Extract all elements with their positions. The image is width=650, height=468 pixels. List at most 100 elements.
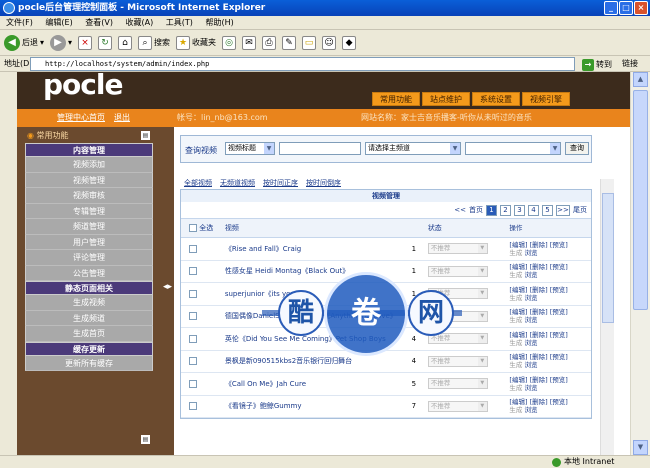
row-generate-link[interactable]: 生成 [509, 249, 522, 257]
sidebar-item-users[interactable]: 用户管理 [25, 234, 153, 250]
sidebar-section-cache[interactable]: 缓存更新 [25, 341, 153, 356]
row-preview-link[interactable]: [预览] [550, 241, 568, 249]
row-delete-link[interactable]: [删除] [530, 286, 548, 294]
row-edit-link[interactable]: [编辑] [509, 331, 527, 339]
sidebar-item-gen-channel[interactable]: 生成频道 [25, 310, 153, 326]
query-button[interactable]: 查询 [565, 142, 589, 155]
minimize-button[interactable]: _ [604, 1, 618, 15]
folder-icon[interactable]: ▭ [302, 35, 317, 50]
row-title[interactable]: 《看镜子》鲍鲸Gummy [225, 401, 400, 411]
sidebar-toggle-icon[interactable]: ◂▸ [163, 282, 172, 292]
edit-icon[interactable]: ✎ [282, 35, 297, 50]
row-title[interactable]: 《Call On Me》Jah Cure [225, 379, 400, 389]
back-button[interactable]: ◀ 后退 ▾ [4, 34, 44, 51]
row-status-select[interactable]: 不推荐▼ [427, 400, 488, 412]
channel-select[interactable]: 请选择主频道 ▼ [365, 142, 461, 155]
pager-next[interactable]: >> [556, 204, 570, 216]
row-browse-link[interactable]: 浏览 [524, 316, 537, 324]
row-browse-link[interactable]: 浏览 [524, 361, 537, 369]
menu-tools[interactable]: 工具(T) [166, 18, 193, 27]
close-button[interactable]: × [634, 1, 648, 15]
research-icon[interactable]: ◆ [342, 35, 357, 50]
row-status-select[interactable]: 不推荐▼ [427, 243, 488, 255]
pager-page-3[interactable]: 3 [514, 204, 525, 216]
search-button[interactable]: ⌕ 搜索 [138, 35, 170, 50]
row-generate-link[interactable]: 生成 [509, 294, 522, 302]
row-delete-link[interactable]: [删除] [530, 331, 548, 339]
print-icon[interactable]: ⎙ [262, 35, 277, 50]
row-checkbox[interactable] [189, 334, 197, 343]
subchannel-select[interactable]: ▼ [465, 142, 561, 155]
sidebar-item-review-video[interactable]: 视频审核 [25, 188, 153, 204]
row-generate-link[interactable]: 生成 [509, 406, 522, 414]
row-delete-link[interactable]: [删除] [530, 241, 548, 249]
row-browse-link[interactable]: 浏览 [524, 271, 537, 279]
row-edit-link[interactable]: [编辑] [509, 286, 527, 294]
menu-favorites[interactable]: 收藏(A) [126, 18, 154, 27]
row-checkbox[interactable] [189, 289, 197, 298]
media-icon[interactable]: ◎ [222, 35, 237, 50]
menu-edit[interactable]: 编辑(E) [45, 18, 72, 27]
row-preview-link[interactable]: [预览] [550, 308, 568, 316]
sidebar-item-announcements[interactable]: 公告管理 [25, 265, 153, 281]
row-preview-link[interactable]: [预览] [550, 286, 568, 294]
go-button[interactable]: → 转到 [582, 57, 612, 73]
pager-first[interactable]: 首页 [469, 205, 483, 215]
scroll-down-icon[interactable]: ▼ [633, 440, 648, 455]
mail-icon[interactable]: ✉ [242, 35, 257, 50]
sidebar-section-content[interactable]: 内容管理 [25, 143, 153, 157]
row-checkbox[interactable] [189, 267, 197, 276]
row-checkbox[interactable] [189, 402, 197, 411]
inner-scroll-thumb[interactable] [602, 193, 614, 323]
row-generate-link[interactable]: 生成 [509, 271, 522, 279]
nav-system-settings[interactable]: 系统设置 [472, 92, 520, 106]
sidebar-item-gen-home[interactable]: 生成首页 [25, 326, 153, 342]
refresh-icon[interactable]: ↻ [98, 35, 113, 50]
stop-icon[interactable]: × [78, 35, 93, 50]
select-all-checkbox[interactable] [189, 224, 197, 232]
sidebar-item-update-cache[interactable]: 更新所有缓存 [25, 355, 153, 371]
row-delete-link[interactable]: [删除] [530, 376, 548, 384]
row-browse-link[interactable]: 浏览 [524, 249, 537, 257]
menu-view[interactable]: 查看(V) [85, 18, 113, 27]
row-preview-link[interactable]: [预览] [550, 263, 568, 271]
search-input[interactable] [279, 142, 361, 155]
address-input[interactable]: http://localhost/system/admin/index.php [30, 57, 575, 71]
row-generate-link[interactable]: 生成 [509, 339, 522, 347]
sidebar-item-channels[interactable]: 频道管理 [25, 219, 153, 235]
maximize-button[interactable]: □ [619, 1, 633, 15]
row-preview-link[interactable]: [预览] [550, 376, 568, 384]
messenger-icon[interactable]: ☺ [322, 35, 337, 50]
pager-last[interactable]: 尾页 [573, 205, 587, 215]
pager-page-2[interactable]: 2 [500, 204, 511, 216]
row-preview-link[interactable]: [预览] [550, 353, 568, 361]
forward-button[interactable]: ▶ ▾ [50, 34, 72, 51]
nav-site-maintenance[interactable]: 站点维护 [422, 92, 470, 106]
sidebar-section-static[interactable]: 静态页面相关 [25, 281, 153, 295]
menu-help[interactable]: 帮助(H) [205, 18, 233, 27]
pager-prev[interactable]: << [454, 206, 466, 214]
row-generate-link[interactable]: 生成 [509, 384, 522, 392]
row-checkbox[interactable] [189, 244, 197, 253]
row-browse-link[interactable]: 浏览 [524, 294, 537, 302]
row-edit-link[interactable]: [编辑] [509, 376, 527, 384]
row-checkbox[interactable] [189, 312, 197, 321]
nav-common-functions[interactable]: 常用功能 [372, 92, 420, 106]
row-title[interactable]: 《Rise and Fall》Craig [225, 244, 400, 254]
admin-home-link[interactable]: 管理中心首页 [57, 109, 105, 127]
links-button[interactable]: 链接 [622, 56, 638, 72]
row-browse-link[interactable]: 浏览 [524, 339, 537, 347]
pager-page-1[interactable]: 1 [486, 204, 497, 216]
sidebar-item-add-video[interactable]: 视频添加 [25, 157, 153, 173]
row-generate-link[interactable]: 生成 [509, 316, 522, 324]
row-preview-link[interactable]: [预览] [550, 398, 568, 406]
favorites-button[interactable]: ★ 收藏夹 [176, 35, 216, 50]
row-preview-link[interactable]: [预览] [550, 331, 568, 339]
sidebar-item-gen-video[interactable]: 生成视频 [25, 295, 153, 311]
inner-scrollbar[interactable] [600, 179, 614, 455]
row-browse-link[interactable]: 浏览 [524, 406, 537, 414]
row-status-select[interactable]: 不推荐▼ [427, 378, 488, 390]
sidebar-scroll-icon[interactable]: ▤ [141, 435, 150, 444]
row-checkbox[interactable] [189, 379, 197, 388]
sidebar-item-comments[interactable]: 评论管理 [25, 250, 153, 266]
